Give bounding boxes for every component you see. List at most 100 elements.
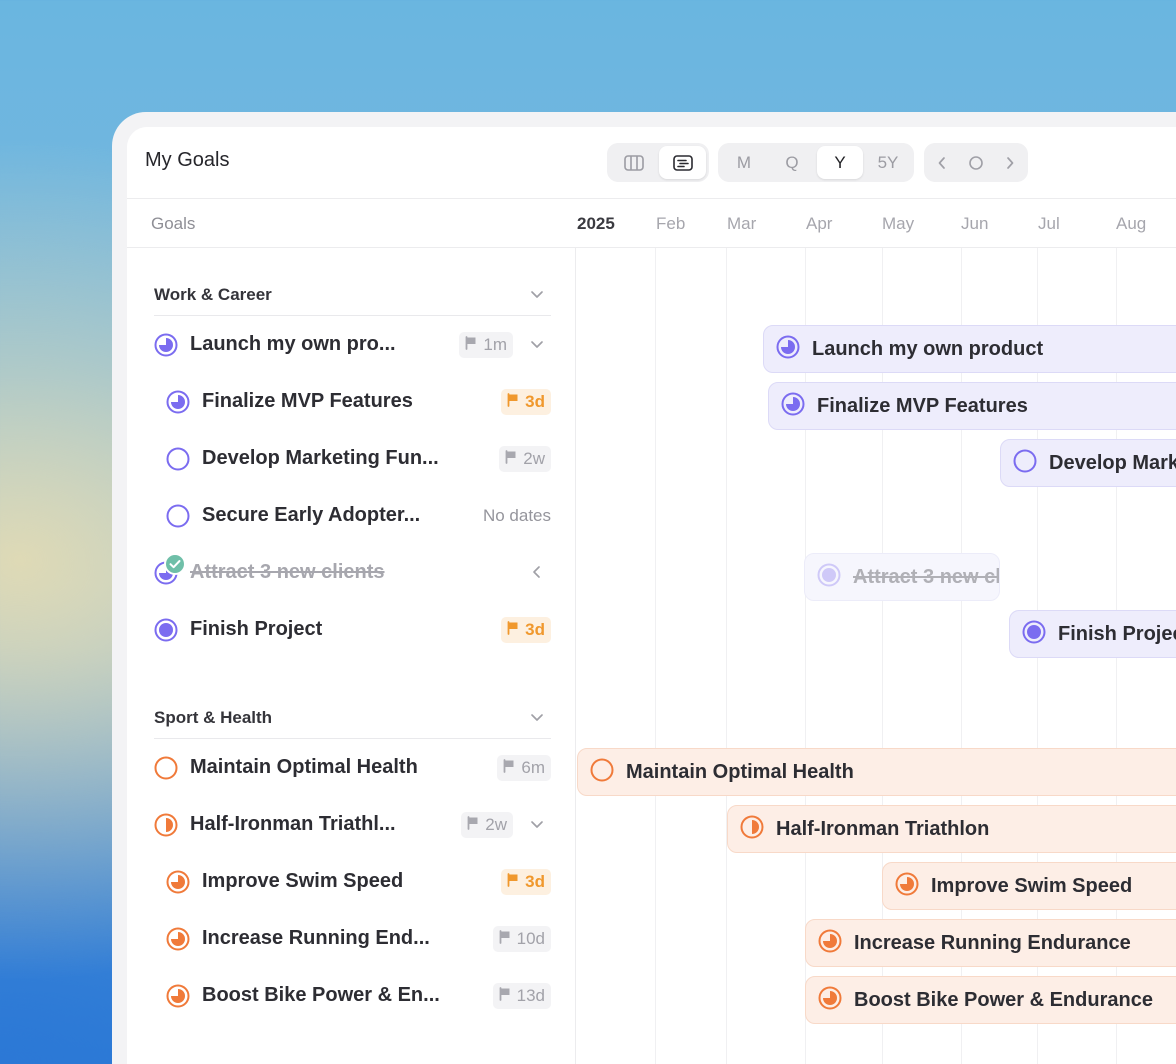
progress-icon <box>154 813 178 837</box>
goal-label: Attract 3 new clients <box>190 561 385 583</box>
year-label: 2025 <box>577 214 615 233</box>
progress-icon <box>818 986 842 1015</box>
bar-label: Develop Marketing Funnel <box>1049 451 1176 474</box>
due-text: 1m <box>483 335 507 354</box>
goal-row[interactable]: Increase Running End... 10d <box>154 919 551 959</box>
chevron-down-icon[interactable] <box>529 336 545 357</box>
timeline-bar[interactable]: Improve Swim Speed <box>882 862 1176 910</box>
progress-icon <box>895 872 919 901</box>
toolbar: My Goals M Q Y 5Y <box>127 127 1176 199</box>
goal-row[interactable]: Launch my own pro... 1m <box>154 325 551 365</box>
progress-icon <box>154 333 178 357</box>
circle-icon <box>968 155 984 171</box>
chevron-left-icon <box>937 156 947 170</box>
page-title: My Goals <box>145 149 230 171</box>
date-navigation <box>924 143 1028 182</box>
timeline-area: Launch my own product Finalize MVP Featu… <box>577 248 1176 1064</box>
previous-button[interactable] <box>927 146 957 179</box>
group-title: Work & Career <box>154 285 272 304</box>
progress-icon <box>1013 449 1037 478</box>
progress-icon <box>166 504 190 528</box>
flag-icon <box>467 815 479 835</box>
timeline-bar[interactable]: Finish Project <box>1009 610 1176 658</box>
due-badge: 10d <box>492 926 551 952</box>
goal-row[interactable]: Improve Swim Speed 3d <box>154 862 551 902</box>
timeline-bar[interactable]: Boost Bike Power & Endurance <box>805 976 1176 1024</box>
due-badge: 1m <box>459 332 513 358</box>
flag-icon <box>503 758 515 778</box>
month-label: Mar <box>727 214 757 233</box>
timeline-bar[interactable]: Maintain Optimal Health <box>577 748 1176 796</box>
due-text: 2w <box>523 449 545 468</box>
bar-label: Attract 3 new clients <box>853 565 999 588</box>
chevron-down-icon[interactable] <box>529 286 545 307</box>
due-text: 10d <box>516 929 545 948</box>
goal-label: Develop Marketing Fun... <box>202 447 439 469</box>
board-view-button[interactable] <box>610 146 657 179</box>
flag-icon <box>505 449 517 469</box>
progress-icon <box>166 984 190 1008</box>
progress-icon <box>166 870 190 894</box>
month-label: Jul <box>1038 214 1060 233</box>
bar-label: Maintain Optimal Health <box>626 760 854 783</box>
goal-label: Increase Running End... <box>202 927 430 949</box>
goal-label: Half-Ironman Triathl... <box>190 813 396 835</box>
goal-row[interactable]: Attract 3 new clients <box>154 553 551 593</box>
bar-label: Launch my own product <box>812 337 1044 360</box>
progress-icon <box>781 392 805 421</box>
timeline-view-button[interactable] <box>659 146 706 179</box>
timeline-bar[interactable]: Finalize MVP Features <box>768 382 1176 430</box>
group-title: Sport & Health <box>154 708 273 727</box>
group-header-work[interactable]: Work & Career <box>154 276 551 316</box>
chevron-left-icon[interactable] <box>529 564 545 585</box>
check-badge-icon <box>164 553 186 580</box>
goal-row[interactable]: Secure Early Adopter... No dates <box>154 496 551 536</box>
month-label: Feb <box>656 214 686 233</box>
timeline-bar[interactable]: Attract 3 new clients <box>804 553 1000 601</box>
bar-label: Boost Bike Power & Endurance <box>854 988 1153 1011</box>
timeline-bar[interactable]: Develop Marketing Funnel <box>1000 439 1176 487</box>
goal-label: Maintain Optimal Health <box>190 756 418 778</box>
bar-label: Finish Project <box>1058 622 1176 645</box>
progress-icon <box>1022 620 1046 649</box>
chevron-down-icon[interactable] <box>529 816 545 837</box>
flag-icon <box>507 392 519 412</box>
due-text: 2w <box>485 815 507 834</box>
board-icon <box>623 154 644 171</box>
zoom-month-button[interactable]: M <box>721 146 767 179</box>
group-header-sport[interactable]: Sport & Health <box>154 699 551 739</box>
goal-row[interactable]: Boost Bike Power & En... 13d <box>154 976 551 1016</box>
goal-row[interactable]: Finish Project 3d <box>154 610 551 650</box>
month-label: Aug <box>1116 214 1147 233</box>
goal-label: Secure Early Adopter... <box>202 504 421 526</box>
goal-row[interactable]: Finalize MVP Features 3d <box>154 382 551 422</box>
timeline-bar[interactable]: Half-Ironman Triathlon <box>727 805 1176 853</box>
timeline-icon <box>672 154 693 171</box>
today-button[interactable] <box>959 146 993 179</box>
goal-label: Finish Project <box>190 618 323 640</box>
goal-row[interactable]: Half-Ironman Triathl... 2w <box>154 805 551 845</box>
gridline <box>726 248 727 1064</box>
progress-icon <box>817 563 841 592</box>
flag-icon <box>507 620 519 640</box>
chevron-down-icon[interactable] <box>529 709 545 730</box>
progress-icon <box>818 929 842 958</box>
flag-icon <box>499 929 511 949</box>
timeline-bar[interactable]: Increase Running Endurance <box>805 919 1176 967</box>
zoom-5year-button[interactable]: 5Y <box>865 146 911 179</box>
timeline-bar[interactable]: Launch my own product <box>763 325 1176 373</box>
next-button[interactable] <box>995 146 1025 179</box>
flag-icon <box>507 872 519 892</box>
month-label: Apr <box>806 214 833 233</box>
goal-row[interactable]: Maintain Optimal Health 6m <box>154 748 551 788</box>
due-badge: 13d <box>492 983 551 1009</box>
zoom-year-button[interactable]: Y <box>817 146 863 179</box>
progress-icon <box>166 390 190 414</box>
no-dates-label: No dates <box>482 506 551 525</box>
zoom-quarter-button[interactable]: Q <box>769 146 815 179</box>
goals-window: My Goals M Q Y 5Y Goals 2025 Feb Mar Apr… <box>127 127 1176 1064</box>
due-text: 13d <box>516 986 545 1005</box>
month-label: May <box>882 214 915 233</box>
goal-row[interactable]: Develop Marketing Fun... 2w <box>154 439 551 479</box>
chevron-right-icon <box>1005 156 1015 170</box>
